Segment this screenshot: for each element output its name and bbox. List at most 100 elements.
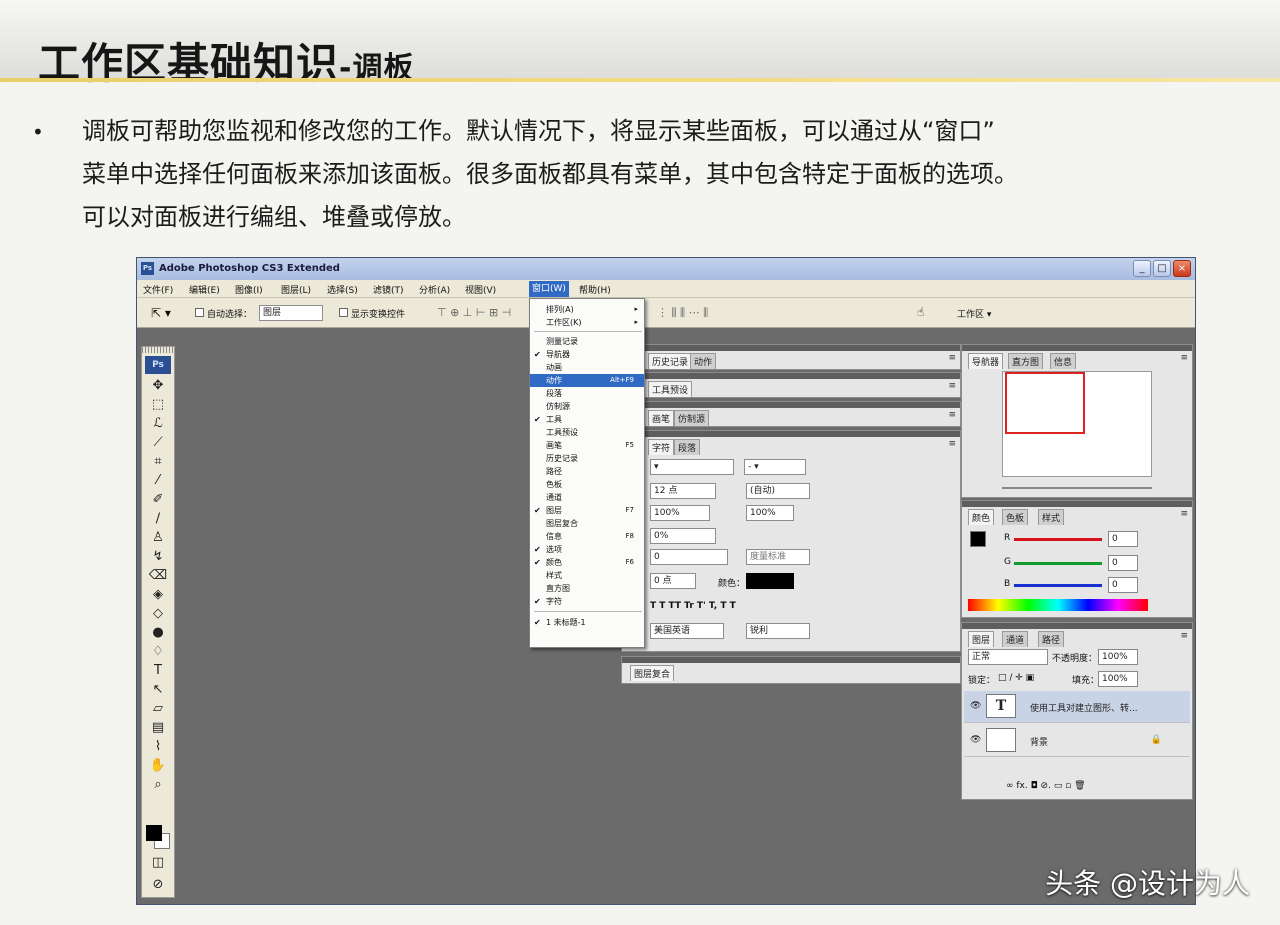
text-color-swatch[interactable] — [746, 573, 794, 589]
palette-well-icon[interactable]: ☝ — [917, 305, 924, 319]
path-select-icon[interactable]: ↖ — [142, 680, 174, 699]
tab-info[interactable]: 信息 — [1050, 353, 1077, 369]
channel-r-value[interactable]: 0 — [1108, 531, 1138, 547]
window-menu-item[interactable]: 动作 Alt+F9 — [530, 374, 644, 387]
tab-styles[interactable]: 样式 — [1038, 509, 1065, 525]
shape-tool-icon[interactable]: ▱ — [142, 699, 174, 718]
channel-b-value[interactable]: 0 — [1108, 577, 1138, 593]
foreground-color-swatch[interactable] — [146, 825, 162, 841]
quick-mask-icon[interactable]: ◫ — [142, 853, 174, 872]
panel-menu-icon[interactable]: ≡ — [1180, 353, 1188, 363]
tab-channels[interactable]: 通道 — [1002, 631, 1029, 647]
menu-window[interactable]: 窗口(W) — [529, 281, 569, 297]
tab-paragraph[interactable]: 段落 — [674, 439, 701, 455]
layer-row-text[interactable]: 👁 T 使用工具对建立图形、转... — [964, 691, 1190, 723]
eyedropper-icon[interactable]: ⌇ — [142, 737, 174, 756]
panel-titlebar[interactable] — [962, 501, 1192, 507]
window-menu-item[interactable]: 信息 F8 — [530, 530, 644, 543]
healing-brush-icon[interactable]: ✐ — [142, 490, 174, 509]
vertical-scale-field[interactable]: 100% — [650, 505, 710, 521]
navigator-view-box[interactable] — [1005, 372, 1085, 434]
channel-r-slider[interactable] — [1014, 538, 1102, 541]
zoom-slider[interactable] — [1002, 487, 1152, 489]
kerning-method-dropdown[interactable]: 度量标准 — [746, 549, 810, 565]
close-icon[interactable]: × — [1173, 260, 1191, 277]
channel-g-value[interactable]: 0 — [1108, 555, 1138, 571]
tab-color[interactable]: 颜色 — [968, 509, 995, 525]
tab-character[interactable]: 字符 — [648, 439, 675, 455]
visibility-eye-icon[interactable]: 👁 — [970, 735, 981, 745]
color-spectrum-bar[interactable] — [968, 599, 1148, 611]
kerning-field[interactable]: 0 — [650, 549, 728, 565]
menu-image[interactable]: 图像(I) — [235, 283, 263, 296]
notes-tool-icon[interactable]: ▤ — [142, 718, 174, 737]
panel-titlebar[interactable] — [962, 623, 1192, 629]
baseline-shift-field[interactable]: 0 点 — [650, 573, 696, 589]
clone-stamp-icon[interactable]: ♙ — [142, 528, 174, 547]
tab-swatches[interactable]: 色板 — [1002, 509, 1029, 525]
blend-mode-dropdown[interactable]: 正常 — [968, 649, 1048, 665]
window-menu-document-item[interactable]: ✔ 1 未标题-1 — [530, 616, 644, 629]
window-menu-item[interactable]: ✔ 图层 F7 — [530, 504, 644, 517]
auto-select-dropdown[interactable]: 图层 — [259, 305, 323, 321]
window-menu-item[interactable]: ✔ 工具 — [530, 413, 644, 426]
window-menu-item[interactable]: 动画 — [530, 361, 644, 374]
move-tool-icon[interactable]: ⇱ ▾ — [151, 306, 171, 320]
menu-layer[interactable]: 图层(L) — [281, 283, 311, 296]
panel-titlebar[interactable] — [622, 431, 960, 437]
tab-actions[interactable]: 动作 — [690, 353, 717, 369]
fill-field[interactable]: 100% — [1098, 671, 1138, 687]
channel-g-slider[interactable] — [1014, 562, 1102, 565]
panel-titlebar[interactable] — [622, 657, 960, 663]
leading-field[interactable]: (自动) — [746, 483, 810, 499]
opacity-field[interactable]: 100% — [1098, 649, 1138, 665]
window-menu-item[interactable]: ✔ 导航器 — [530, 348, 644, 361]
window-menu-item[interactable]: 路径 — [530, 465, 644, 478]
navigator-thumbnail[interactable] — [1002, 371, 1152, 477]
panel-titlebar[interactable] — [622, 345, 960, 351]
visibility-eye-icon[interactable]: 👁 — [970, 701, 981, 711]
history-brush-icon[interactable]: ↯ — [142, 547, 174, 566]
lock-icons[interactable]: □ ∕ ✛ ▣ — [998, 673, 1034, 683]
crop-tool-icon[interactable]: ⌗ — [142, 452, 174, 471]
panel-titlebar[interactable] — [622, 402, 960, 408]
tab-navigator[interactable]: 导航器 — [968, 353, 1004, 369]
hand-tool-icon[interactable]: ✋ — [142, 756, 174, 775]
layer-name[interactable]: 使用工具对建立图形、转... — [1030, 701, 1138, 714]
menu-select[interactable]: 选择(S) — [327, 283, 358, 296]
language-dropdown[interactable]: 美国英语 — [650, 623, 724, 639]
minimize-icon[interactable]: _ — [1133, 260, 1151, 277]
show-transform-checkbox[interactable] — [339, 308, 348, 317]
panel-menu-icon[interactable]: ≡ — [948, 381, 956, 391]
window-menu-item[interactable]: 画笔 F5 — [530, 439, 644, 452]
layers-bottom-buttons[interactable]: ∞ fx. ◘ ⊘. ▭ ▫ 🗑 — [1006, 781, 1086, 791]
window-menu-item[interactable]: ✔ 字符 — [530, 595, 644, 608]
layer-name[interactable]: 背景 — [1030, 735, 1048, 748]
panel-menu-icon[interactable]: ≡ — [1180, 631, 1188, 641]
horizontal-scale-field[interactable]: 100% — [746, 505, 794, 521]
window-menu-item[interactable]: 直方图 — [530, 582, 644, 595]
panel-titlebar[interactable] — [962, 345, 1192, 351]
panel-menu-icon[interactable]: ≡ — [948, 439, 956, 449]
menu-analysis[interactable]: 分析(A) — [419, 283, 450, 296]
brush-tool-icon[interactable]: ∕ — [142, 509, 174, 528]
distribute-icons[interactable]: ⋮ ⫼ ⫼ ⋯ ⫼ — [657, 306, 708, 320]
window-menu-item[interactable]: 色板 — [530, 478, 644, 491]
window-menu-item[interactable]: 通道 — [530, 491, 644, 504]
menu-file[interactable]: 文件(F) — [143, 283, 173, 296]
window-menu-item[interactable]: 测量记录 — [530, 335, 644, 348]
menu-filter[interactable]: 滤镜(T) — [373, 283, 404, 296]
menu-edit[interactable]: 编辑(E) — [189, 283, 220, 296]
panel-titlebar[interactable] — [622, 373, 960, 379]
tab-paths[interactable]: 路径 — [1038, 631, 1065, 647]
menu-help[interactable]: 帮助(H) — [579, 283, 611, 296]
lasso-tool-icon[interactable]: ℒ — [142, 414, 174, 433]
blur-tool-icon[interactable]: ◇ — [142, 604, 174, 623]
screen-mode-icon[interactable]: ⊘ — [142, 875, 174, 894]
panel-menu-icon[interactable]: ≡ — [1180, 509, 1188, 519]
slice-tool-icon[interactable]: ⁄ — [142, 471, 174, 490]
menu-view[interactable]: 视图(V) — [465, 283, 496, 296]
tab-layers[interactable]: 图层 — [968, 631, 995, 647]
tab-clone-source[interactable]: 仿制源 — [674, 410, 710, 426]
align-icons[interactable]: ⊤ ⊕ ⊥ ⊢ ⊞ ⊣ — [437, 306, 511, 319]
